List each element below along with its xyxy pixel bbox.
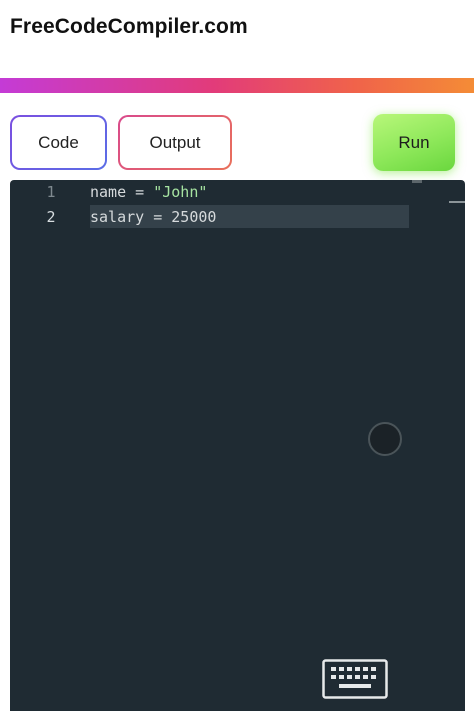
- floating-action-icon[interactable]: [368, 422, 402, 456]
- page: FreeCodeCompiler.com Code Output Run 1 n…: [0, 0, 474, 711]
- string-token: "John": [153, 183, 208, 201]
- code-line[interactable]: 1 name = "John": [10, 180, 465, 204]
- keyboard-icon[interactable]: [322, 659, 388, 699]
- line-number: 1: [46, 183, 56, 201]
- code-tab-button[interactable]: Code: [10, 115, 107, 170]
- code-line[interactable]: 2 salary = 25000: [10, 205, 465, 229]
- run-button[interactable]: Run: [373, 114, 455, 171]
- output-tab-button[interactable]: Output: [118, 115, 232, 170]
- gradient-divider: [0, 78, 474, 93]
- code-token: name =: [90, 183, 154, 201]
- code-text: salary = 25000: [90, 208, 217, 226]
- code-text: name = "John": [90, 180, 207, 204]
- line-number: 2: [46, 208, 56, 226]
- code-editor[interactable]: 1 name = "John" 2 salary = 25000: [10, 180, 465, 711]
- site-title[interactable]: FreeCodeCompiler.com: [10, 15, 248, 39]
